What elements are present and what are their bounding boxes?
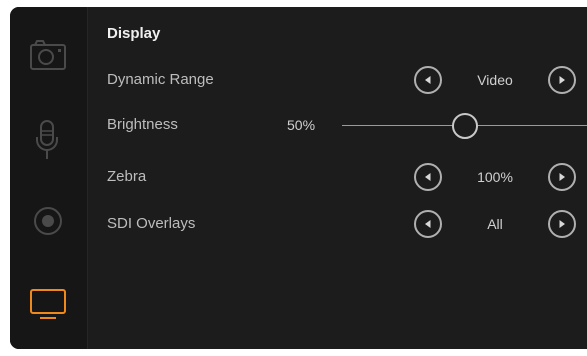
dynamic-range-next-button[interactable] (548, 66, 576, 94)
dynamic-range-row: Dynamic Range Video (87, 60, 587, 100)
zebra-value: 100% (477, 169, 513, 185)
sdi-overlays-label: SDI Overlays (107, 215, 196, 232)
arrow-right-icon (559, 220, 565, 228)
zebra-next-button[interactable] (548, 163, 576, 191)
arrow-left-icon (425, 220, 431, 228)
sdi-overlays-value: All (487, 216, 503, 232)
section-title: Display (107, 25, 161, 42)
microphone-icon[interactable] (22, 115, 74, 167)
zebra-row: Zebra 100% (87, 157, 587, 197)
brightness-row: Brightness 50% (87, 105, 587, 145)
sdi-overlays-row: SDI Overlays All (87, 204, 587, 244)
zebra-prev-button[interactable] (414, 163, 442, 191)
sidebar (10, 7, 88, 349)
arrow-right-icon (559, 76, 565, 84)
display-settings-panel: Display Dynamic Range Video Brightness 5… (87, 7, 587, 349)
record-icon[interactable] (22, 195, 74, 247)
monitor-icon[interactable] (22, 277, 74, 329)
brightness-slider-handle[interactable] (451, 113, 478, 139)
dynamic-range-prev-button[interactable] (414, 66, 442, 94)
camera-menu-screen: Display Dynamic Range Video Brightness 5… (10, 7, 587, 349)
zebra-label: Zebra (107, 168, 147, 185)
arrow-left-icon (425, 76, 431, 84)
brightness-label: Brightness (107, 116, 178, 133)
arrow-right-icon (559, 173, 565, 181)
dynamic-range-value: Video (477, 72, 513, 88)
sdi-overlays-prev-button[interactable] (414, 210, 442, 238)
camera-icon[interactable] (22, 31, 74, 83)
dynamic-range-label: Dynamic Range (107, 71, 214, 88)
sdi-overlays-next-button[interactable] (548, 210, 576, 238)
brightness-value: 50% (287, 117, 316, 133)
arrow-left-icon (425, 173, 431, 181)
